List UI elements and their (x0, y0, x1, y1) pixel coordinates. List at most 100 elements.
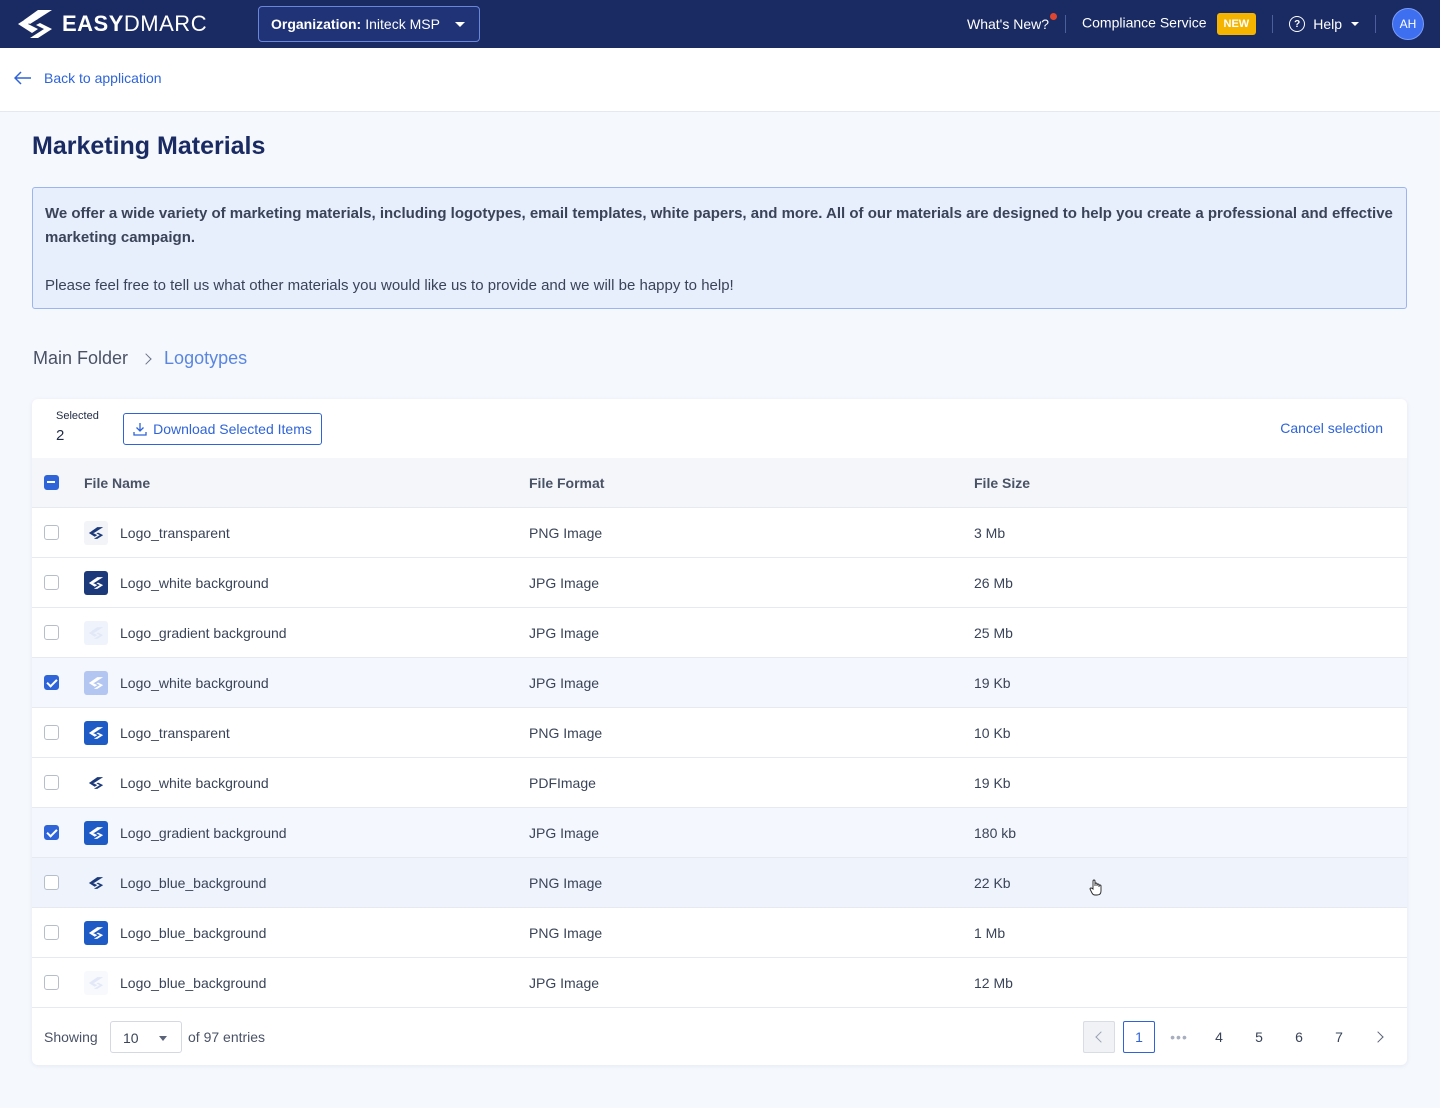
row-checkbox[interactable] (44, 725, 59, 740)
row-checkbox[interactable] (44, 575, 59, 590)
file-size: 19 Kb (974, 675, 1011, 691)
info-paragraph-2: Please feel free to tell us what other m… (45, 277, 734, 294)
chevron-right-icon (140, 352, 152, 365)
file-name[interactable]: Logo_transparent (120, 725, 230, 741)
table-row[interactable]: Logo_white background JPG Image 26 Mb (32, 558, 1407, 608)
back-to-application-link[interactable]: Back to application (14, 70, 162, 86)
nav-divider (1272, 15, 1274, 33)
file-name[interactable]: Logo_white background (120, 775, 269, 791)
selected-count: 2 (56, 427, 65, 444)
file-format: JPG Image (529, 625, 600, 641)
header-file-format[interactable]: File Format (529, 475, 604, 491)
table-row[interactable]: Logo_blue_background PNG Image 22 Kb (32, 858, 1407, 908)
nav-divider (1375, 15, 1376, 33)
row-checkbox[interactable] (44, 975, 59, 990)
selected-label: Selected (56, 410, 99, 422)
pagination-next-button[interactable] (1363, 1021, 1395, 1053)
table-row[interactable]: Logo_transparent PNG Image 10 Kb (32, 708, 1407, 758)
select-all-checkbox[interactable] (44, 475, 59, 490)
compliance-service-link[interactable]: Compliance Service NEW (1082, 13, 1257, 35)
row-checkbox[interactable] (44, 875, 59, 890)
row-checkbox[interactable] (44, 675, 59, 690)
file-format: PNG Image (529, 925, 603, 941)
row-checkbox[interactable] (44, 525, 59, 540)
file-format: JPG Image (529, 575, 600, 591)
chevron-left-icon (1094, 1031, 1107, 1043)
back-label: Back to application (44, 70, 162, 86)
file-name[interactable]: Logo_white background (120, 575, 269, 591)
nav-divider (1065, 15, 1067, 33)
easydmarc-logo-icon (18, 10, 52, 38)
pagination-page[interactable]: 7 (1323, 1021, 1355, 1053)
file-thumbnail-icon (84, 771, 108, 795)
download-icon (133, 423, 147, 436)
showing-label: Showing (44, 1029, 98, 1045)
page-title: Marketing Materials (32, 132, 266, 160)
file-name[interactable]: Logo_transparent (120, 525, 230, 541)
row-checkbox[interactable] (44, 775, 59, 790)
file-thumbnail-icon (84, 971, 108, 995)
user-avatar[interactable]: AH (1392, 8, 1424, 40)
table-row[interactable]: Logo_blue_background PNG Image 1 Mb (32, 908, 1407, 958)
cancel-selection-link[interactable]: Cancel selection (1280, 420, 1383, 436)
breadcrumb-current: Logotypes (164, 348, 248, 368)
table-row[interactable]: Logo_blue_background JPG Image 12 Mb (32, 958, 1407, 1008)
pagination-page[interactable]: 5 (1243, 1021, 1275, 1053)
file-thumbnail-icon (84, 871, 108, 895)
table-header: File Name File Format File Size (32, 458, 1407, 508)
row-checkbox[interactable] (44, 825, 59, 840)
whats-new-label: What's New? (967, 16, 1050, 32)
breadcrumb-main-folder[interactable]: Main Folder (33, 348, 128, 369)
file-name[interactable]: Logo_blue_background (120, 875, 266, 891)
breadcrumb: Main Folder Logotypes (33, 348, 247, 369)
info-banner: We offer a wide variety of marketing mat… (32, 187, 1407, 309)
table-row[interactable]: Logo_transparent PNG Image 3 Mb (32, 508, 1407, 558)
file-size: 22 Kb (974, 875, 1011, 891)
pagination-prev-button[interactable] (1083, 1021, 1115, 1053)
file-name[interactable]: Logo_blue_background (120, 925, 266, 941)
header-file-size[interactable]: File Size (974, 475, 1030, 491)
table-row[interactable]: Logo_white background JPG Image 19 Kb (32, 658, 1407, 708)
table-row[interactable]: Logo_white background PDFImage 19 Kb (32, 758, 1407, 808)
rows-per-page-select[interactable]: 10 (110, 1021, 182, 1053)
file-size: 3 Mb (974, 525, 1006, 541)
notification-dot (1049, 12, 1059, 21)
info-paragraph-1: We offer a wide variety of marketing mat… (45, 205, 1393, 246)
brand-wordmark: EASYDMARC (62, 11, 208, 36)
row-checkbox[interactable] (44, 625, 59, 640)
table-row[interactable]: Logo_gradient background JPG Image 180 kb (32, 808, 1407, 858)
help-circle-icon: ? (1289, 16, 1306, 32)
help-menu[interactable]: ? Help (1289, 16, 1359, 32)
file-name[interactable]: Logo_blue_background (120, 975, 266, 991)
file-size: 19 Kb (974, 775, 1011, 791)
file-name[interactable]: Logo_white background (120, 675, 269, 691)
hand-cursor-icon (1089, 879, 1102, 896)
brand-logo[interactable]: EASYDMARC (16, 9, 207, 39)
file-name[interactable]: Logo_gradient background (120, 625, 287, 641)
file-format: PDFImage (529, 775, 596, 791)
whats-new-link[interactable]: What's New? (967, 12, 1059, 32)
file-format: JPG Image (529, 825, 600, 841)
download-selected-button[interactable]: Download Selected Items (123, 413, 322, 445)
file-size: 180 kb (974, 825, 1017, 841)
file-size: 25 Mb (974, 625, 1013, 641)
file-format: PNG Image (529, 725, 603, 741)
pagination-page[interactable]: 6 (1283, 1021, 1315, 1053)
file-name[interactable]: Logo_gradient background (120, 825, 287, 841)
organization-select[interactable]: Organization: Initeck MSP (258, 6, 480, 42)
pagination-page[interactable]: 4 (1203, 1021, 1235, 1053)
pagination-page[interactable]: 1 (1123, 1021, 1155, 1053)
top-navigation-bar: EASYDMARC Organization: Initeck MSP What… (0, 0, 1440, 48)
top-nav-right: What's New? Compliance Service NEW ? Help… (967, 0, 1440, 48)
file-thumbnail-icon (84, 521, 108, 545)
table-row[interactable]: Logo_gradient background JPG Image 25 Mb (32, 608, 1407, 658)
compliance-service-label: Compliance Service (1082, 14, 1207, 31)
organization-value: Initeck MSP (365, 16, 440, 32)
file-format: JPG Image (529, 675, 600, 691)
file-thumbnail-icon (84, 621, 108, 645)
selection-summary: Selected 2 (56, 410, 99, 444)
file-size: 1 Mb (974, 925, 1006, 941)
row-checkbox[interactable] (44, 925, 59, 940)
help-label: Help (1313, 16, 1342, 32)
header-file-name[interactable]: File Name (84, 475, 150, 491)
